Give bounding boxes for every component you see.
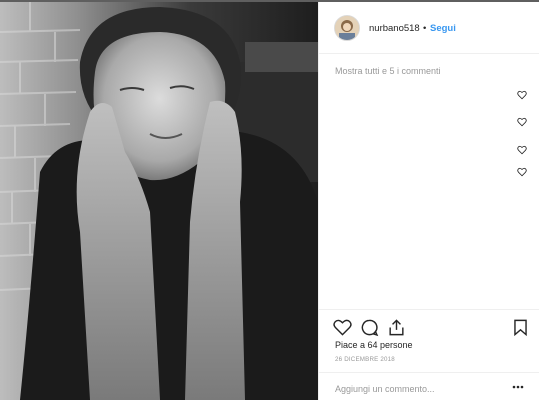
- photo-image: [0, 2, 318, 400]
- comment-icon[interactable]: [360, 318, 379, 337]
- avatar-image: [335, 16, 359, 40]
- username-link[interactable]: nurbano518: [369, 23, 420, 34]
- post-date[interactable]: 26 DICEMBRE 2018: [335, 356, 395, 363]
- heart-outline-icon[interactable]: [517, 145, 527, 155]
- post-photo[interactable]: [0, 2, 318, 400]
- heart-outline-icon[interactable]: [517, 167, 527, 177]
- more-options-icon[interactable]: [512, 385, 524, 389]
- post-sidebar: nurbano518 • Segui Mostra tutti e 5 i co…: [318, 2, 539, 400]
- instagram-post: nurbano518 • Segui Mostra tutti e 5 i co…: [0, 2, 539, 400]
- post-header: nurbano518 • Segui: [319, 2, 539, 54]
- heart-outline-icon[interactable]: [517, 117, 527, 127]
- add-comment-input[interactable]: [335, 382, 495, 396]
- add-comment-section: [319, 372, 539, 400]
- heart-icon[interactable]: [333, 318, 352, 337]
- share-icon[interactable]: [387, 318, 406, 337]
- follow-button[interactable]: Segui: [430, 23, 456, 34]
- heart-outline-icon[interactable]: [517, 90, 527, 100]
- post-actions-section: Piace a 64 persone 26 DICEMBRE 2018: [319, 309, 539, 400]
- separator-dot: •: [423, 23, 427, 34]
- show-all-comments-link[interactable]: Mostra tutti e 5 i commenti: [335, 66, 441, 76]
- likes-count[interactable]: Piace a 64 persone: [335, 340, 413, 350]
- bookmark-icon[interactable]: [511, 318, 530, 337]
- avatar[interactable]: [334, 15, 360, 41]
